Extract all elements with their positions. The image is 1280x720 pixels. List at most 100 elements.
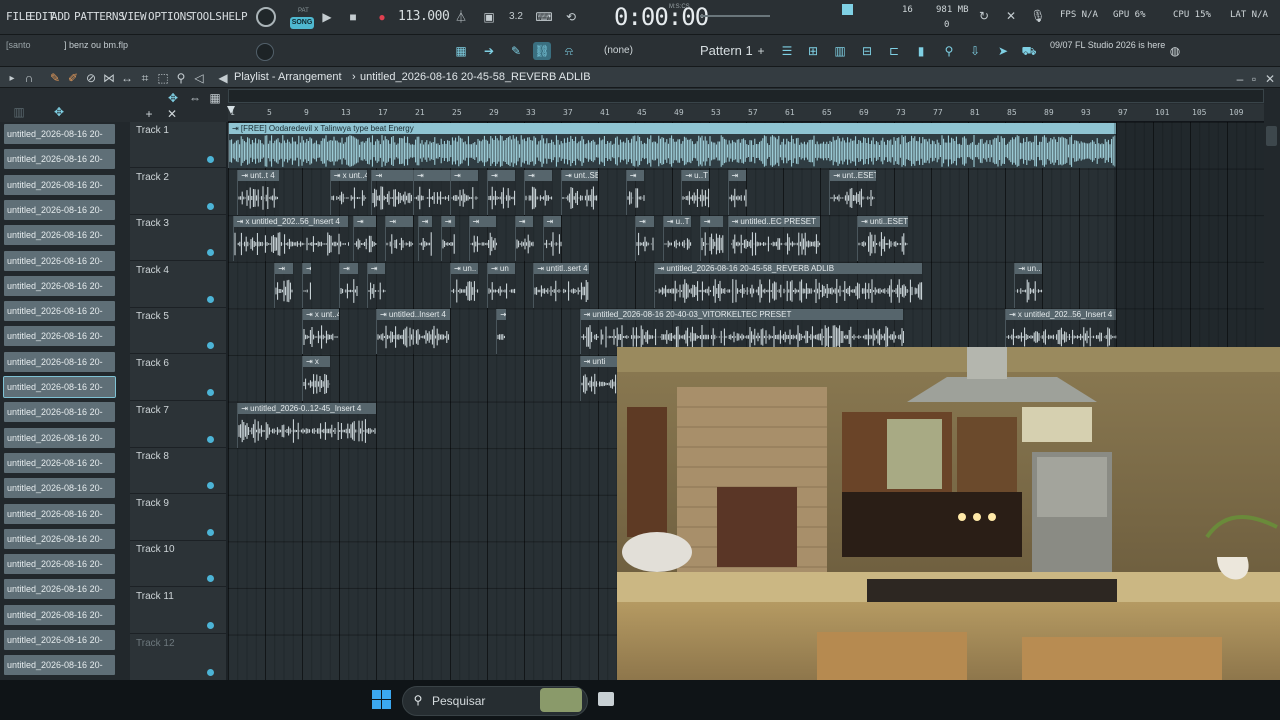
channel-rack-icon[interactable]: ⊞	[804, 42, 822, 60]
track-mute-led[interactable]	[207, 202, 214, 210]
menu-view[interactable]: VIEW	[121, 10, 147, 23]
countdown-icon[interactable]: ▣	[480, 9, 498, 25]
step-size-display[interactable]: 3.2	[506, 9, 526, 25]
menu-patterns[interactable]: PATTERNS	[74, 10, 125, 23]
browser-item[interactable]: untitled_2026-08-16 20-	[4, 655, 115, 676]
audio-clip[interactable]: ⇥	[625, 169, 645, 215]
browser-item[interactable]: untitled_2026-08-16 20-	[4, 452, 115, 473]
audio-clip[interactable]: ⇥	[366, 262, 386, 308]
track-header[interactable]: Track 11	[130, 588, 226, 634]
track-header[interactable]: Track 2	[130, 169, 226, 215]
remove-track-icon[interactable]: ✕	[166, 106, 178, 122]
track-header[interactable]: Track 7	[130, 402, 226, 448]
add-pattern-icon[interactable]: +	[752, 42, 770, 60]
audio-clip[interactable]: ⇥	[450, 169, 479, 215]
menu-file[interactable]: FILE	[6, 10, 32, 23]
browser-item[interactable]: untitled_2026-08-16 20-	[4, 199, 115, 220]
arrow-icon[interactable]: ▸	[6, 71, 18, 87]
zoom-fit-icon[interactable]: ⇔	[188, 90, 202, 106]
windows-start-icon[interactable]	[372, 690, 391, 709]
audio-clip[interactable]: ⇥	[371, 169, 413, 215]
audio-clip[interactable]: ⇥ x unt..4	[302, 309, 339, 355]
cart-icon[interactable]: ⛟	[1020, 42, 1038, 60]
piano-icon[interactable]: ▦	[452, 42, 470, 60]
audio-clip[interactable]: ⇥ un	[487, 262, 516, 308]
browser-item[interactable]: untitled_2026-08-16 20-	[4, 225, 115, 246]
audio-clip[interactable]: ⇥ u..T	[662, 216, 691, 262]
audio-clip[interactable]: ⇥	[440, 216, 455, 262]
track-mute-led[interactable]	[207, 295, 214, 303]
audio-clip[interactable]: ⇥ untitl..sert 4	[533, 262, 589, 308]
browser-view-icon[interactable]: ▥	[12, 104, 26, 120]
track-header[interactable]: Track 5	[130, 308, 226, 355]
audio-clip[interactable]: ⇥ u..T	[681, 169, 710, 215]
browser-item[interactable]: untitled_2026-08-16 20-	[4, 250, 115, 271]
audio-clip[interactable]: ⇥ untitled..Insert 4	[376, 309, 450, 355]
browser-item[interactable]: untitled_2026-08-16 20-	[4, 528, 115, 549]
audio-clip[interactable]: ⇥	[542, 216, 561, 262]
browser-item[interactable]: untitled_2026-08-16 20-	[4, 554, 115, 575]
paint-tool-icon[interactable]: ✐	[66, 70, 80, 86]
browser-item[interactable]: untitled_2026-08-16 20-	[4, 604, 115, 625]
browser-item[interactable]: untitled_2026-08-16 20-	[4, 149, 115, 170]
stop-icon[interactable]: ■	[346, 9, 360, 25]
playlist-icon[interactable]: ☰	[778, 42, 796, 60]
select-tool-icon[interactable]: ⬚	[156, 70, 170, 86]
bell-icon[interactable]: ⍾	[560, 42, 578, 60]
browser-item[interactable]: untitled_2026-08-16 20-	[4, 301, 115, 322]
audio-clip[interactable]: ⇥	[524, 169, 553, 215]
audio-clip[interactable]: ⇥ untitled_2026-0..12-45_Insert 4	[237, 402, 376, 448]
audio-clip[interactable]: ⇥	[302, 262, 312, 308]
pattern-select[interactable]: Pattern 1	[700, 43, 753, 58]
audio-clip[interactable]: ⇥	[635, 216, 654, 262]
zoom-tool-icon[interactable]: ⚲	[174, 70, 188, 86]
globe-icon[interactable]: ◍	[1166, 42, 1184, 60]
audio-clip[interactable]: ⇥ unt..ESET	[829, 169, 876, 215]
track-header[interactable]: Track 4	[130, 262, 226, 308]
mixer-icon[interactable]: ▥	[831, 42, 849, 60]
share-icon[interactable]: ➤	[994, 42, 1012, 60]
pencil-icon[interactable]: ✎	[507, 42, 525, 60]
audio-clip[interactable]: ⇥	[496, 309, 506, 355]
arrow-right-icon[interactable]: ➔	[480, 42, 498, 60]
track-header[interactable]: Track 9	[130, 495, 226, 541]
audio-clip[interactable]: ⇥	[727, 169, 746, 215]
track-mute-led[interactable]	[207, 435, 214, 443]
taskbar-app-icon[interactable]	[598, 692, 614, 706]
track-header[interactable]: Track 12	[130, 635, 226, 681]
export-icon[interactable]: ⇩	[966, 42, 984, 60]
menu-add[interactable]: ADD	[51, 10, 70, 23]
browser-item[interactable]: untitled_2026-08-16 20-	[4, 630, 115, 650]
audio-clip[interactable]: ⇥	[339, 262, 358, 308]
reload-icon[interactable]: ↻	[976, 8, 992, 24]
track-mute-led[interactable]	[207, 342, 214, 350]
delete-tool-icon[interactable]: ⊘	[84, 70, 98, 86]
browser-item[interactable]: untitled_2026-08-16 20-	[4, 124, 115, 144]
track-header[interactable]: Track 6	[130, 355, 226, 401]
song-mode-toggle[interactable]: SONG	[290, 17, 314, 29]
audio-clip[interactable]: ⇥	[413, 169, 450, 215]
audio-clip[interactable]: ⇥ un..	[450, 262, 479, 308]
playback-tool-icon[interactable]: ◁	[192, 70, 206, 86]
browser-item[interactable]: untitled_2026-08-16 20-	[4, 351, 115, 372]
draw-tool-icon[interactable]: ✎	[48, 70, 62, 86]
file-icon[interactable]: ▮	[912, 42, 930, 60]
track-mute-led[interactable]	[207, 156, 214, 163]
close-icon[interactable]: ✕	[1264, 71, 1276, 87]
loop-record-icon[interactable]: ⟲	[562, 9, 580, 25]
tools-icon[interactable]: ✕	[1003, 8, 1019, 24]
audio-clip[interactable]: ⇥	[468, 216, 497, 262]
playhead-marker[interactable]	[227, 106, 235, 114]
track-mute-led[interactable]	[207, 622, 214, 629]
master-pitch-slider[interactable]	[700, 15, 770, 17]
audio-clip[interactable]: ⇥ x	[302, 356, 331, 401]
track-mute-led[interactable]	[207, 249, 214, 257]
browser-item[interactable]: untitled_2026-08-16 20-	[4, 579, 115, 600]
track-mute-led[interactable]	[207, 482, 214, 490]
magnet-icon[interactable]: ∩	[22, 70, 36, 86]
track-mute-led[interactable]	[207, 575, 214, 583]
audio-clip[interactable]: ⇥ [FREE] Oodaredevil x Talinwya type bea…	[228, 123, 1116, 168]
browser-item[interactable]: untitled_2026-08-16 20-	[4, 503, 115, 524]
track-header[interactable]: Track 8	[130, 448, 226, 495]
mute-tool-icon[interactable]: ⋈	[102, 70, 116, 86]
